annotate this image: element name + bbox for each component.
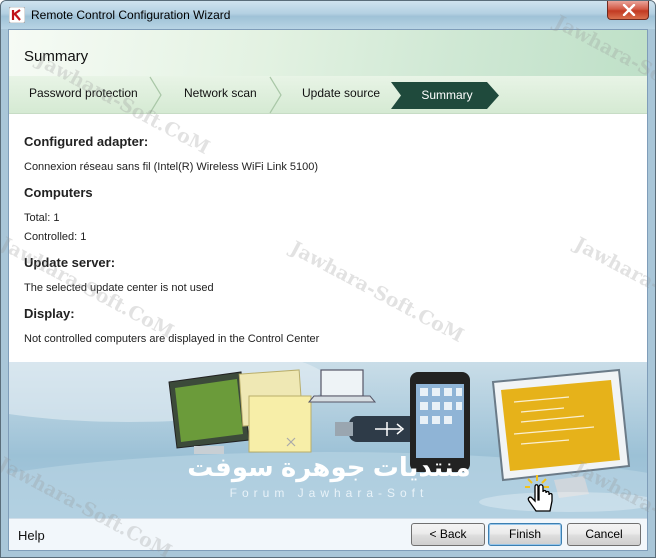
step-summary-active[interactable]: Summary (391, 82, 501, 109)
help-link[interactable]: Help (18, 528, 45, 543)
wizard-steps-bar: Password protection Network scan Update … (9, 76, 647, 114)
monitor-left-icon (168, 371, 250, 454)
hand-pointer-cursor-icon (525, 475, 553, 512)
display-value: Not controlled computers are displayed i… (24, 333, 320, 345)
update-server-value: The selected update center is not used (24, 282, 214, 294)
kaspersky-k-icon (9, 7, 25, 23)
sticky-note-icon (238, 369, 312, 453)
computers-controlled: Controlled: 1 (24, 231, 87, 243)
summary-content: Configured adapter: Connexion réseau san… (9, 114, 647, 362)
wizard-footer: Help < Back Finish Cancel (9, 518, 647, 550)
step-summary-label: Summary (421, 88, 473, 102)
close-button[interactable] (607, 1, 649, 20)
adapter-value: Connexion réseau sans fil (Intel(R) Wire… (24, 161, 319, 173)
update-server-heading: Update server: (24, 255, 116, 270)
adapter-heading: Configured adapter: (24, 134, 149, 149)
step-password-protection[interactable]: Password protection (29, 86, 138, 100)
page-title: Summary (24, 48, 89, 65)
close-icon (622, 4, 636, 16)
title-bar[interactable]: Remote Control Configuration Wizard (1, 1, 655, 29)
wizard-window: Remote Control Configuration Wizard Summ… (0, 0, 656, 558)
page-header: Summary (9, 30, 647, 76)
finish-button[interactable]: Finish (488, 523, 562, 546)
step-network-scan[interactable]: Network scan (184, 86, 257, 100)
step-separator-icon (269, 76, 282, 114)
window-title: Remote Control Configuration Wizard (31, 8, 231, 22)
banner-arabic-title: منتديات جوهرة سوفت (187, 452, 471, 482)
banner-latin-title: Forum Jawhara-Soft (229, 486, 429, 500)
cancel-button[interactable]: Cancel (567, 523, 641, 546)
back-button[interactable]: < Back (411, 523, 485, 546)
step-separator-icon (149, 76, 162, 114)
display-heading: Display: (24, 306, 75, 321)
computers-total: Total: 1 (24, 212, 60, 224)
computers-heading: Computers (24, 185, 93, 200)
step-update-source[interactable]: Update source (302, 86, 380, 100)
